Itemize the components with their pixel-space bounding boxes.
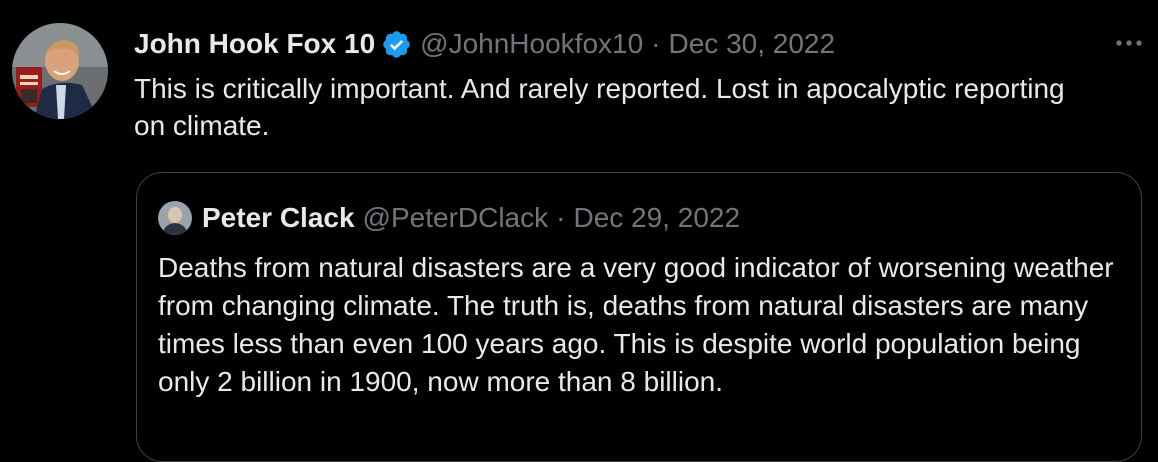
quoted-author-photo [158, 201, 192, 235]
tweet-header: John Hook Fox 10 @JohnHookfox10 · Dec 30… [134, 26, 835, 62]
quoted-author-name: Peter Clack [202, 202, 355, 233]
quoted-tweet-text: Deaths from natural disasters are a very… [158, 252, 1114, 397]
more-options-icon[interactable] [1114, 33, 1144, 53]
verified-badge-icon [381, 29, 412, 60]
tweet-date[interactable]: Dec 30, 2022 [669, 28, 836, 60]
author-handle[interactable]: @JohnHookfox10 [420, 28, 643, 60]
quoted-tweet-card[interactable]: Peter Clack @PeterDClack · Dec 29, 2022 … [136, 172, 1142, 462]
quoted-author-avatar [158, 201, 192, 235]
quoted-tweet-date: Dec 29, 2022 [573, 202, 741, 233]
quoted-author-handle: @PeterDClack [362, 202, 549, 233]
separator-dot: · [651, 28, 661, 59]
author-photo [12, 23, 108, 119]
quoted-separator-dot: · [556, 202, 566, 233]
tweet-text: This is critically important. And rarely… [134, 73, 1065, 141]
author-name[interactable]: John Hook Fox 10 [134, 28, 375, 60]
author-avatar[interactable] [12, 23, 108, 119]
quoted-tweet-header: Peter Clack @PeterDClack · Dec 29, 2022 [158, 200, 740, 236]
